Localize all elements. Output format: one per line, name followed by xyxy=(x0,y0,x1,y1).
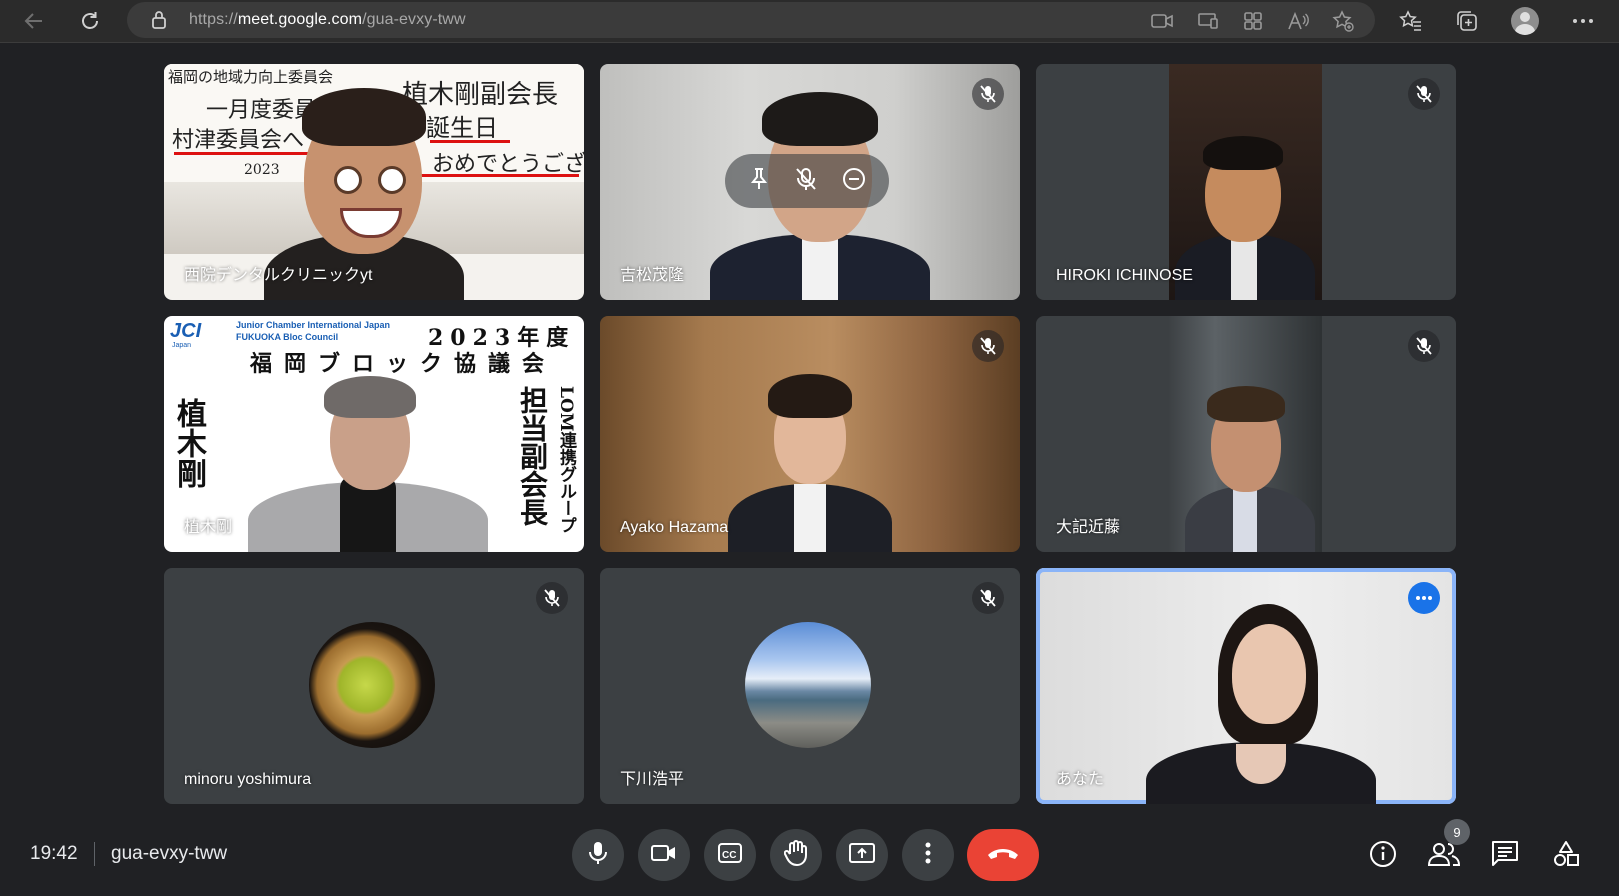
banner-text: Japan xyxy=(172,342,192,349)
pin-icon[interactable] xyxy=(748,167,770,196)
activities-icon xyxy=(1552,840,1580,873)
info-icon xyxy=(1369,840,1397,873)
leave-call-icon xyxy=(986,846,1020,865)
mic-off-icon xyxy=(1408,78,1440,110)
hand-icon xyxy=(783,839,808,871)
mic-off-icon[interactable] xyxy=(795,167,817,196)
captions-icon: CC xyxy=(718,842,742,868)
participants-count-badge: 9 xyxy=(1444,819,1470,845)
camera-icon xyxy=(651,844,677,867)
apps-icon[interactable] xyxy=(1242,10,1264,32)
participant-tile[interactable]: JCI Japan Junior Chamber International J… xyxy=(164,316,584,552)
meeting-code: gua-evxy-tww xyxy=(111,843,228,864)
participant-name: 植木剛 xyxy=(184,519,233,536)
url-text[interactable]: https://meet.google.com/gua-evxy-tww xyxy=(189,11,466,29)
chat-icon xyxy=(1491,840,1519,873)
svg-text:CC: CC xyxy=(722,850,736,861)
participant-video xyxy=(248,372,488,552)
participant-tile[interactable]: minoru yoshimura xyxy=(164,568,584,804)
tile-hover-controls xyxy=(725,154,889,208)
more-options-icon[interactable] xyxy=(1408,582,1440,614)
cast-icon[interactable] xyxy=(1197,10,1219,32)
participant-video xyxy=(1169,64,1322,300)
participant-video xyxy=(1169,316,1322,552)
clock: 19:42 xyxy=(30,843,78,864)
mic-off-icon xyxy=(1408,330,1440,362)
mic-icon xyxy=(588,841,608,870)
profile-icon[interactable] xyxy=(1510,6,1540,36)
mic-off-icon xyxy=(972,582,1004,614)
participant-avatar xyxy=(745,622,871,748)
more-options-button[interactable] xyxy=(902,829,954,881)
present-icon xyxy=(849,842,875,868)
participant-tile[interactable]: Ayako Hazama xyxy=(600,316,1020,552)
mic-off-icon xyxy=(536,582,568,614)
people-icon xyxy=(1427,841,1461,872)
address-bar[interactable]: https://meet.google.com/gua-evxy-tww xyxy=(127,2,1375,38)
participant-name: 大記近藤 xyxy=(1056,519,1121,536)
more-icon[interactable] xyxy=(1568,6,1598,36)
participant-video xyxy=(1136,604,1386,804)
favorites-icon[interactable] xyxy=(1396,6,1426,36)
divider xyxy=(94,842,95,866)
camera-icon[interactable] xyxy=(1151,10,1173,32)
reload-icon[interactable] xyxy=(74,5,106,37)
lock-icon[interactable] xyxy=(151,10,167,35)
self-tile[interactable]: あなた xyxy=(1036,568,1456,804)
raise-hand-button[interactable] xyxy=(770,829,822,881)
banner-text: 植木剛 xyxy=(171,398,206,488)
chat-button[interactable] xyxy=(1487,838,1523,874)
collections-icon[interactable] xyxy=(1452,6,1482,36)
jci-logo: JCI xyxy=(170,320,202,342)
participant-name: 吉松茂隆 xyxy=(620,267,685,284)
banner-text: LOM連携グループ xyxy=(556,386,576,534)
participant-name: HIROKI ICHINOSE xyxy=(1056,267,1193,284)
participant-tile[interactable]: 大記近藤 xyxy=(1036,316,1456,552)
more-vert-icon xyxy=(925,842,931,869)
mic-off-icon xyxy=(972,330,1004,362)
banner-text: FUKUOKA Bloc Council xyxy=(236,332,339,342)
captions-button[interactable]: CC xyxy=(704,829,756,881)
activities-button[interactable] xyxy=(1548,838,1584,874)
mic-button[interactable] xyxy=(572,829,624,881)
read-aloud-icon[interactable] xyxy=(1287,10,1309,32)
participant-tile[interactable]: HIROKI ICHINOSE xyxy=(1036,64,1456,300)
participant-tile[interactable]: 福岡の地域力向上委員会 一月度委員 村津委員会へ 植木剛副会長 誕生日 おめでと… xyxy=(164,64,584,300)
participant-name: 西院デンタルクリニックyt xyxy=(184,267,373,284)
banner-text: 担当副会長 xyxy=(516,386,549,526)
browser-toolbar: https://meet.google.com/gua-evxy-tww xyxy=(0,0,1619,43)
participant-name: 下川浩平 xyxy=(620,771,685,788)
participant-tile[interactable]: 吉松茂隆 xyxy=(600,64,1020,300)
back-icon[interactable] xyxy=(18,5,50,37)
mic-off-icon xyxy=(972,78,1004,110)
participant-tile[interactable]: 下川浩平 xyxy=(600,568,1020,804)
participant-name: あなた xyxy=(1056,771,1105,788)
participant-avatar xyxy=(309,622,435,748)
banner-text: Junior Chamber International Japan xyxy=(236,320,391,330)
present-button[interactable] xyxy=(836,829,888,881)
add-favorite-icon[interactable] xyxy=(1332,10,1354,32)
camera-button[interactable] xyxy=(638,829,690,881)
participant-video xyxy=(710,356,910,552)
remove-icon[interactable] xyxy=(842,167,866,196)
participant-name: Ayako Hazama xyxy=(620,519,729,536)
meeting-details-button[interactable] xyxy=(1365,838,1401,874)
leave-call-button[interactable] xyxy=(967,829,1039,881)
participant-name: minoru yoshimura xyxy=(184,771,312,788)
